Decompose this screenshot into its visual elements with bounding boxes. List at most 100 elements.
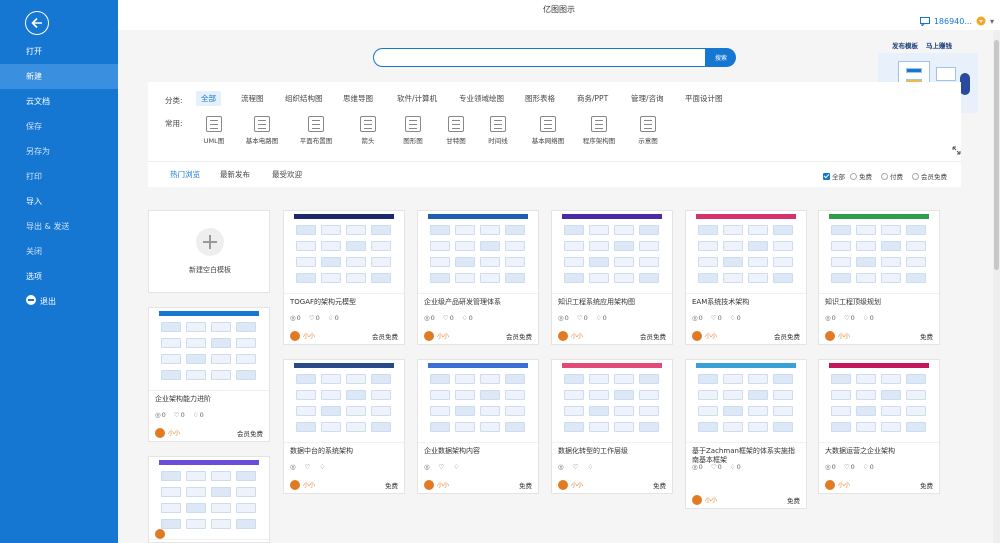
price-filter-free[interactable]: 免费 bbox=[850, 171, 872, 181]
promo-publish: 发布模板 bbox=[892, 42, 918, 50]
common-arrow[interactable]: 箭头 bbox=[346, 116, 390, 145]
template-card[interactable]: 知识工程系统应用架构图 ◎ 0 ♡ 0 ♢ 0 小小 会员免费 bbox=[551, 210, 673, 345]
author[interactable]: 小小 bbox=[692, 331, 717, 341]
template-thumbnail bbox=[418, 211, 538, 294]
sidebar-item-open[interactable]: 打开 bbox=[0, 39, 118, 64]
template-stats: ◎ 0 ♡ 0 ♢ 0 bbox=[418, 314, 538, 322]
thumbnail-block bbox=[161, 322, 181, 332]
main-content: 搜索 发布模板 马上赚钱 分类: 全部 流程图 组织结构图 思维导图 软件/计算机… bbox=[118, 30, 1000, 543]
search-button[interactable]: 搜索 bbox=[706, 48, 736, 67]
price-filter-paid[interactable]: 付费 bbox=[881, 171, 903, 181]
common-circuit[interactable]: 基本电路图 bbox=[240, 116, 284, 145]
price-filter-member[interactable]: 会员免费 bbox=[912, 171, 947, 181]
author[interactable]: 小小 bbox=[558, 480, 583, 490]
common-timeline[interactable]: 时间线 bbox=[476, 116, 520, 145]
sidebar-item-save[interactable]: 保存 bbox=[0, 114, 118, 139]
thumbnail-header bbox=[294, 363, 394, 368]
author[interactable]: 小小 bbox=[558, 331, 583, 341]
thumbnail-block bbox=[371, 225, 391, 235]
common-shape[interactable]: 图形图 bbox=[391, 116, 435, 145]
template-card[interactable]: 企业级产品研发管理体系 ◎ 0 ♡ 0 ♢ 0 小小 会员免费 bbox=[417, 210, 539, 345]
template-card[interactable]: 企业架构能力进阶 ◎ 0 ♡ 0 ♢ 0 小小 会员免费 bbox=[148, 307, 270, 442]
category-graphic-table[interactable]: 图形表格 bbox=[520, 91, 560, 106]
comment-icon: ♢ bbox=[862, 314, 869, 322]
tab-hot[interactable]: 热门浏览 bbox=[170, 169, 200, 180]
category-business-ppt[interactable]: 商务/PPT bbox=[572, 91, 613, 106]
thumbnail-block bbox=[698, 257, 718, 267]
price-filter-all[interactable]: 全部 bbox=[823, 171, 845, 181]
search-input[interactable] bbox=[373, 48, 706, 67]
template-thumbnail bbox=[284, 360, 404, 443]
timeline-icon bbox=[490, 116, 506, 132]
template-card[interactable]: EAM系统技术架构 ◎ 0 ♡ 0 ♢ 0 小小 会员免费 bbox=[685, 210, 807, 345]
category-all[interactable]: 全部 bbox=[196, 91, 221, 106]
author[interactable]: 小小 bbox=[692, 495, 717, 505]
template-card[interactable]: 大数据运营之企业架构 ◎ 0 ♡ 0 ♢ 0 小小 免费 bbox=[818, 359, 940, 494]
thumbnail-block bbox=[723, 390, 743, 400]
category-management[interactable]: 管理/咨询 bbox=[626, 91, 669, 106]
template-card[interactable]: 企业数据架构内容 ◎ ♡ ♢ 小小 免费 bbox=[417, 359, 539, 494]
sidebar-item-print[interactable]: 打印 bbox=[0, 164, 118, 189]
sidebar-item-save-as[interactable]: 另存为 bbox=[0, 139, 118, 164]
tab-popular[interactable]: 最受欢迎 bbox=[272, 169, 302, 180]
template-card[interactable]: TOGAF的架构元模型 ◎ 0 ♡ 0 ♢ 0 小小 会员免费 bbox=[283, 210, 405, 345]
message-icon[interactable] bbox=[919, 16, 930, 26]
like-icon: ♡ bbox=[572, 463, 579, 471]
author[interactable]: 小小 bbox=[424, 331, 449, 341]
common-schematic[interactable]: 示意图 bbox=[626, 116, 670, 145]
common-network[interactable]: 基本网络图 bbox=[526, 116, 570, 145]
thumbnail-block bbox=[430, 406, 450, 416]
back-button[interactable] bbox=[25, 11, 49, 35]
thumbnail-block bbox=[455, 374, 475, 384]
author[interactable]: 小小 bbox=[290, 480, 315, 490]
category-org-chart[interactable]: 组织结构图 bbox=[280, 91, 328, 106]
price-filter-member-label: 会员免费 bbox=[921, 173, 947, 181]
category-graphic-design[interactable]: 平面设计图 bbox=[680, 91, 728, 106]
author[interactable]: 小小 bbox=[155, 428, 180, 438]
common-arrow-label: 箭头 bbox=[361, 137, 375, 145]
author[interactable]: 小小 bbox=[424, 480, 449, 490]
template-card[interactable]: ◎♡♢ bbox=[148, 456, 270, 543]
common-gantt[interactable]: 甘特图 bbox=[434, 116, 478, 145]
template-card[interactable]: 知识工程顶级规划 ◎ 0 ♡ 0 ♢ 0 小小 免费 bbox=[818, 210, 940, 345]
tab-latest[interactable]: 最新发布 bbox=[220, 169, 250, 180]
vip-diamond-icon[interactable] bbox=[976, 16, 986, 26]
sidebar-item-export-send[interactable]: 导出 & 发送 bbox=[0, 214, 118, 239]
views-value: 0 bbox=[564, 314, 569, 322]
author[interactable]: 小小 bbox=[825, 480, 850, 490]
likes-value: 0 bbox=[850, 463, 855, 471]
category-flowchart[interactable]: 流程图 bbox=[236, 91, 269, 106]
plus-icon bbox=[196, 228, 224, 256]
template-card[interactable]: 数据中台的系统架构 ◎ ♡ ♢ 小小 免费 bbox=[283, 359, 405, 494]
thumbnail-block bbox=[505, 273, 525, 283]
sidebar-item-import[interactable]: 导入 bbox=[0, 189, 118, 214]
avatar bbox=[558, 480, 568, 490]
expand-icon[interactable] bbox=[952, 146, 961, 155]
common-uml[interactable]: UML图 bbox=[192, 116, 236, 145]
sidebar-item-cloud-docs[interactable]: 云文档 bbox=[0, 89, 118, 114]
common-floor-plan[interactable]: 平面布置图 bbox=[294, 116, 338, 145]
common-program-arch[interactable]: 程序架构图 bbox=[577, 116, 621, 145]
like-icon: ♡ bbox=[710, 463, 717, 471]
new-blank-template-card[interactable]: 新建空白模板 bbox=[148, 210, 270, 293]
sidebar-item-close[interactable]: 关闭 bbox=[0, 239, 118, 264]
template-title: 企业级产品研发管理体系 bbox=[424, 298, 501, 306]
author[interactable]: 小小 bbox=[290, 331, 315, 341]
author[interactable] bbox=[155, 529, 168, 539]
thumbnail-block bbox=[773, 241, 793, 251]
scrollbar[interactable] bbox=[993, 30, 1000, 543]
user-area[interactable]: 186940... ▾ bbox=[919, 16, 994, 26]
template-footer: 小小 免费 bbox=[418, 477, 538, 493]
author[interactable]: 小小 bbox=[825, 331, 850, 341]
category-professional[interactable]: 专业领域绘图 bbox=[454, 91, 509, 106]
scroll-thumb[interactable] bbox=[994, 40, 999, 270]
dropdown-caret-icon[interactable]: ▾ bbox=[990, 17, 994, 26]
user-id[interactable]: 186940... bbox=[934, 17, 972, 26]
sidebar-item-exit[interactable]: 退出 bbox=[0, 289, 118, 314]
sidebar-item-options[interactable]: 选项 bbox=[0, 264, 118, 289]
category-software[interactable]: 软件/计算机 bbox=[392, 91, 442, 106]
template-card[interactable]: 基于Zachman框架的体系实施指南基本框架 ◎ 0 ♡ 0 ♢ 0 小小 免费 bbox=[685, 359, 807, 509]
category-mind-map[interactable]: 思维导图 bbox=[338, 91, 378, 106]
template-card[interactable]: 数据化转型的工作层级 ◎ ♡ ♢ 小小 免费 bbox=[551, 359, 673, 494]
sidebar-item-new[interactable]: 新建 bbox=[0, 64, 118, 89]
